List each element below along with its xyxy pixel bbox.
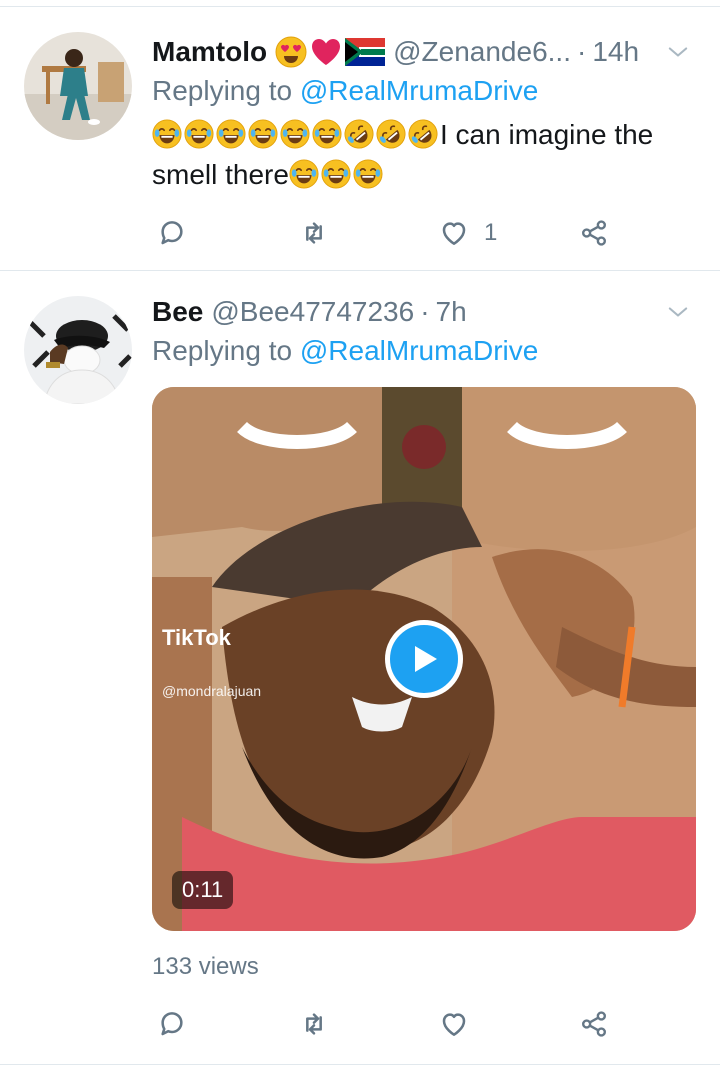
- action-bar: [152, 1004, 680, 1044]
- share-icon: [578, 1008, 610, 1040]
- separator-dot: ·: [420, 296, 430, 327]
- user-handle[interactable]: @Bee47747236: [211, 296, 414, 328]
- heart-eyes-emoji-icon: [275, 36, 307, 68]
- video-duration: 0:11: [172, 871, 234, 909]
- rofl-emoji-icon: [376, 119, 406, 149]
- video-player[interactable]: TikTok @mondralajuan 0:11: [152, 387, 696, 931]
- like-button[interactable]: [438, 1004, 470, 1044]
- joy-emoji-icon: [216, 119, 246, 149]
- tweet-text: I can imagine the smell there: [152, 115, 680, 195]
- separator-dot: ·: [576, 36, 587, 67]
- rofl-emoji-icon: [408, 119, 438, 149]
- reply-button[interactable]: [156, 213, 188, 253]
- like-button[interactable]: 1: [438, 213, 497, 253]
- mention-link[interactable]: @RealMrumaDrive: [300, 75, 538, 106]
- red-heart-emoji-icon: [312, 39, 341, 65]
- display-name[interactable]: Mamtolo: [152, 36, 267, 68]
- view-count: 133 views: [152, 953, 259, 980]
- tweet-header: Bee @Bee47747236 · 7h: [152, 292, 680, 332]
- timestamp[interactable]: 7h: [436, 296, 467, 328]
- retweet-icon: [298, 217, 330, 249]
- rofl-emoji-icon: [344, 119, 374, 149]
- retweet-button[interactable]: [298, 213, 330, 253]
- tweet-header: Mamtolo @Zenande6... · 14h: [152, 32, 680, 72]
- joy-emoji-icon: [152, 119, 182, 149]
- emoji-run: [152, 119, 440, 150]
- mention-link[interactable]: @RealMrumaDrive: [300, 335, 538, 366]
- user-handle[interactable]: @Zenande6...: [393, 36, 571, 68]
- replying-to-label: Replying to: [152, 335, 293, 366]
- like-count: 1: [484, 219, 498, 246]
- tiktok-watermark: TikTok: [162, 625, 231, 650]
- replying-to: Replying to @RealMrumaDrive: [152, 75, 538, 107]
- joy-emoji-icon: [248, 119, 278, 149]
- share-icon: [578, 217, 610, 249]
- timestamp[interactable]: 14h: [592, 36, 639, 68]
- joy-emoji-icon: [289, 159, 319, 189]
- name-emojis: [275, 36, 386, 68]
- avatar[interactable]: [24, 296, 132, 404]
- tweet[interactable]: Bee @Bee47747236 · 7h Replying to @RealM…: [0, 271, 720, 1064]
- joy-emoji-icon: [312, 119, 342, 149]
- chevron-down-icon[interactable]: [664, 38, 692, 66]
- chevron-down-icon[interactable]: [664, 298, 692, 326]
- retweet-button[interactable]: [298, 1004, 330, 1044]
- display-name[interactable]: Bee: [152, 296, 203, 328]
- reply-icon: [156, 1008, 188, 1040]
- tweet[interactable]: Mamtolo @Zenande6... · 14h Replying to @…: [0, 7, 720, 270]
- heart-icon: [438, 1008, 470, 1040]
- joy-emoji-icon: [353, 159, 383, 189]
- play-button[interactable]: [385, 620, 463, 698]
- joy-emoji-icon: [321, 159, 351, 189]
- emoji-run: [289, 159, 385, 190]
- share-button[interactable]: [578, 213, 610, 253]
- joy-emoji-icon: [280, 119, 310, 149]
- play-icon: [415, 646, 437, 672]
- tiktok-username: @mondralajuan: [162, 683, 262, 699]
- retweet-icon: [298, 1008, 330, 1040]
- replying-to-label: Replying to: [152, 75, 293, 106]
- south-africa-flag-icon: [345, 38, 386, 66]
- replying-to: Replying to @RealMrumaDrive: [152, 335, 538, 367]
- reply-button[interactable]: [156, 1004, 188, 1044]
- bottom-divider: [0, 1064, 720, 1065]
- share-button[interactable]: [578, 1004, 610, 1044]
- action-bar: 1: [152, 213, 680, 253]
- joy-emoji-icon: [184, 119, 214, 149]
- reply-icon: [156, 217, 188, 249]
- heart-icon: [438, 217, 470, 249]
- avatar[interactable]: [24, 32, 132, 140]
